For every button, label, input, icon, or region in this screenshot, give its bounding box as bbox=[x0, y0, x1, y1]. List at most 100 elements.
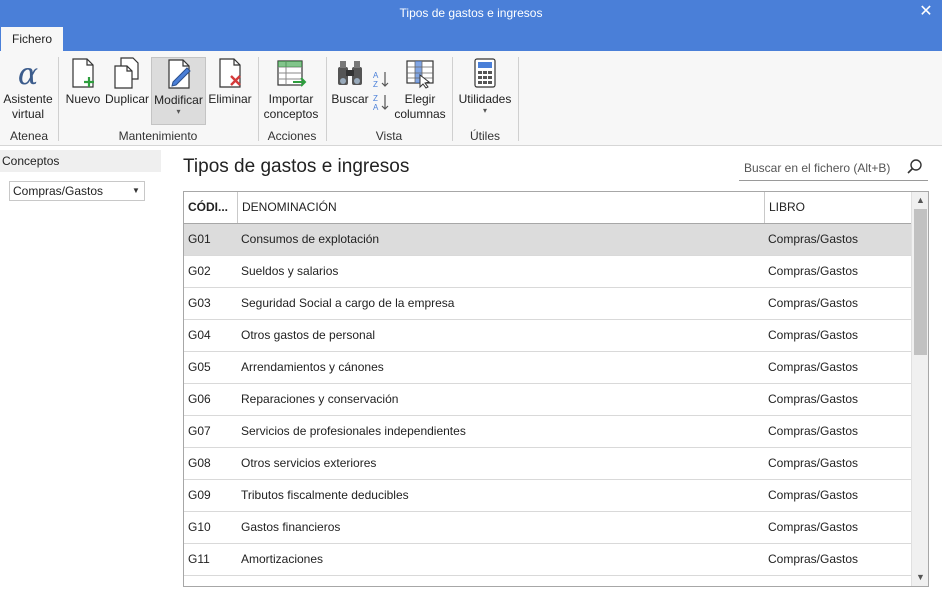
libro-select[interactable]: Compras/Gastos ▼ bbox=[9, 181, 145, 201]
binoculars-icon bbox=[338, 61, 362, 85]
importar-label: Importar bbox=[268, 92, 314, 106]
cell-denominacion: Sueldos y salarios bbox=[241, 264, 339, 278]
svg-text:A: A bbox=[373, 71, 379, 80]
cell-denominacion: Gastos financieros bbox=[241, 520, 341, 534]
cell-denominacion: Consumos de explotación bbox=[241, 232, 380, 246]
cell-libro: Compras/Gastos bbox=[768, 456, 859, 470]
new-document-icon bbox=[72, 58, 94, 88]
table-row[interactable]: G04 Otros gastos de personal Compras/Gas… bbox=[184, 320, 911, 352]
tab-fichero[interactable]: Fichero bbox=[1, 27, 63, 51]
duplicar-label: Duplicar bbox=[104, 92, 149, 106]
duplicate-icon bbox=[114, 57, 139, 89]
group-separator bbox=[518, 57, 519, 141]
table-row[interactable]: G02 Sueldos y salarios Compras/Gastos bbox=[184, 256, 911, 288]
group-mantenimiento-label: Mantenimiento bbox=[118, 129, 198, 143]
table-row[interactable]: G03 Seguridad Social a cargo de la empre… bbox=[184, 288, 911, 320]
title-bar: Tipos de gastos e ingresos ✕ bbox=[0, 0, 942, 27]
column-header-denominacion[interactable]: DENOMINACIÓN bbox=[237, 192, 764, 223]
eliminar-button[interactable]: Eliminar bbox=[207, 57, 253, 107]
ribbon: α Asistente virtual Atenea Nuevo Duplica… bbox=[0, 51, 942, 146]
search-placeholder: Buscar en el fichero (Alt+B) bbox=[744, 161, 891, 175]
table-row[interactable]: G07 Servicios de profesionales independi… bbox=[184, 416, 911, 448]
table-row[interactable]: G09 Tributos fiscalmente deducibles Comp… bbox=[184, 480, 911, 512]
scroll-up-icon[interactable]: ▲ bbox=[912, 192, 928, 209]
cell-codigo: G08 bbox=[188, 456, 211, 470]
svg-text:Z: Z bbox=[373, 80, 378, 89]
cell-denominacion: Reparaciones y conservación bbox=[241, 392, 399, 406]
svg-text:Z: Z bbox=[373, 94, 378, 103]
elegir-label: Elegir bbox=[404, 92, 436, 106]
vertical-scrollbar[interactable]: ▲ ▼ bbox=[911, 192, 928, 586]
asistente-label: Asistente bbox=[3, 92, 53, 106]
column-header-libro[interactable]: LIBRO bbox=[764, 192, 911, 223]
cell-libro: Compras/Gastos bbox=[768, 520, 859, 534]
cell-libro: Compras/Gastos bbox=[768, 392, 859, 406]
cell-codigo: G06 bbox=[188, 392, 211, 406]
cell-codigo: G09 bbox=[188, 488, 211, 502]
nuevo-button[interactable]: Nuevo bbox=[64, 57, 102, 107]
group-vista-label: Vista bbox=[375, 129, 403, 143]
chevron-down-icon: ▾ bbox=[176, 107, 181, 116]
sort-buttons: A Z Z A bbox=[372, 69, 390, 113]
scroll-thumb[interactable] bbox=[914, 209, 927, 355]
importar-conceptos-button[interactable]: Importar conceptos bbox=[263, 57, 319, 122]
close-icon[interactable]: ✕ bbox=[916, 2, 936, 22]
sidebar-header: Conceptos bbox=[0, 150, 161, 172]
libro-select-value: Compras/Gastos bbox=[13, 184, 104, 198]
elegir-columnas-button[interactable]: Elegir columnas bbox=[394, 57, 446, 122]
asistente-virtual-button[interactable]: α Asistente virtual bbox=[3, 57, 53, 122]
cell-libro: Compras/Gastos bbox=[768, 424, 859, 438]
table-row[interactable]: G11 Amortizaciones Compras/Gastos bbox=[184, 544, 911, 576]
cell-libro: Compras/Gastos bbox=[768, 328, 859, 342]
alpha-icon: α bbox=[18, 57, 38, 89]
buscar-button[interactable]: Buscar bbox=[331, 57, 369, 107]
cell-codigo: G03 bbox=[188, 296, 211, 310]
utilidades-button[interactable]: Utilidades ▾ bbox=[457, 57, 513, 115]
window-title: Tipos de gastos e ingresos bbox=[399, 6, 543, 20]
columns-icon bbox=[406, 60, 434, 89]
import-icon bbox=[277, 60, 307, 87]
cell-denominacion: Tributos fiscalmente deducibles bbox=[241, 488, 409, 502]
cell-libro: Compras/Gastos bbox=[768, 232, 859, 246]
chevron-down-icon[interactable]: ▼ bbox=[128, 182, 144, 200]
calculator-icon bbox=[474, 58, 496, 88]
table-row[interactable]: G10 Gastos financieros Compras/Gastos bbox=[184, 512, 911, 544]
cell-libro: Compras/Gastos bbox=[768, 296, 859, 310]
sort-ascending-icon[interactable]: A Z bbox=[372, 69, 390, 89]
columnas-label: columnas bbox=[394, 107, 446, 121]
modificar-button[interactable]: Modificar ▾ bbox=[151, 57, 206, 125]
group-acciones-label: Acciones bbox=[267, 129, 317, 143]
group-utiles-label: Útiles bbox=[469, 129, 500, 143]
data-grid: CÓDI... DENOMINACIÓN LIBRO G01 Consumos … bbox=[183, 191, 929, 587]
group-atenea-label: Atenea bbox=[9, 129, 49, 143]
cell-codigo: G07 bbox=[188, 424, 211, 438]
cell-denominacion: Otros gastos de personal bbox=[241, 328, 376, 342]
eliminar-label: Eliminar bbox=[208, 92, 252, 106]
cell-libro: Compras/Gastos bbox=[768, 360, 859, 374]
column-header-codigo[interactable]: CÓDI... bbox=[184, 192, 237, 223]
table-row[interactable]: G01 Consumos de explotación Compras/Gast… bbox=[184, 224, 911, 256]
cell-codigo: G04 bbox=[188, 328, 211, 342]
table-row[interactable]: G06 Reparaciones y conservación Compras/… bbox=[184, 384, 911, 416]
utilidades-label: Utilidades bbox=[458, 92, 512, 106]
cell-denominacion: Arrendamientos y cánones bbox=[241, 360, 384, 374]
virtual-label: virtual bbox=[11, 107, 44, 121]
search-input[interactable]: Buscar en el fichero (Alt+B) bbox=[739, 154, 928, 181]
cell-codigo: G05 bbox=[188, 360, 211, 374]
conceptos-label: conceptos bbox=[263, 107, 319, 121]
duplicar-button[interactable]: Duplicar bbox=[104, 57, 150, 107]
delete-document-icon bbox=[219, 58, 241, 88]
scroll-down-icon[interactable]: ▼ bbox=[912, 569, 928, 586]
nuevo-label: Nuevo bbox=[65, 92, 101, 106]
table-row[interactable]: G08 Otros servicios exteriores Compras/G… bbox=[184, 448, 911, 480]
cell-libro: Compras/Gastos bbox=[768, 488, 859, 502]
buscar-label: Buscar bbox=[331, 92, 369, 106]
cell-codigo: G02 bbox=[188, 264, 211, 278]
sort-descending-icon[interactable]: Z A bbox=[372, 92, 390, 112]
cell-libro: Compras/Gastos bbox=[768, 552, 859, 566]
page-title: Tipos de gastos e ingresos bbox=[183, 156, 410, 177]
cell-denominacion: Seguridad Social a cargo de la empresa bbox=[241, 296, 455, 310]
table-row[interactable]: G05 Arrendamientos y cánones Compras/Gas… bbox=[184, 352, 911, 384]
chevron-down-icon: ▾ bbox=[482, 106, 487, 115]
search-icon[interactable] bbox=[906, 158, 924, 176]
